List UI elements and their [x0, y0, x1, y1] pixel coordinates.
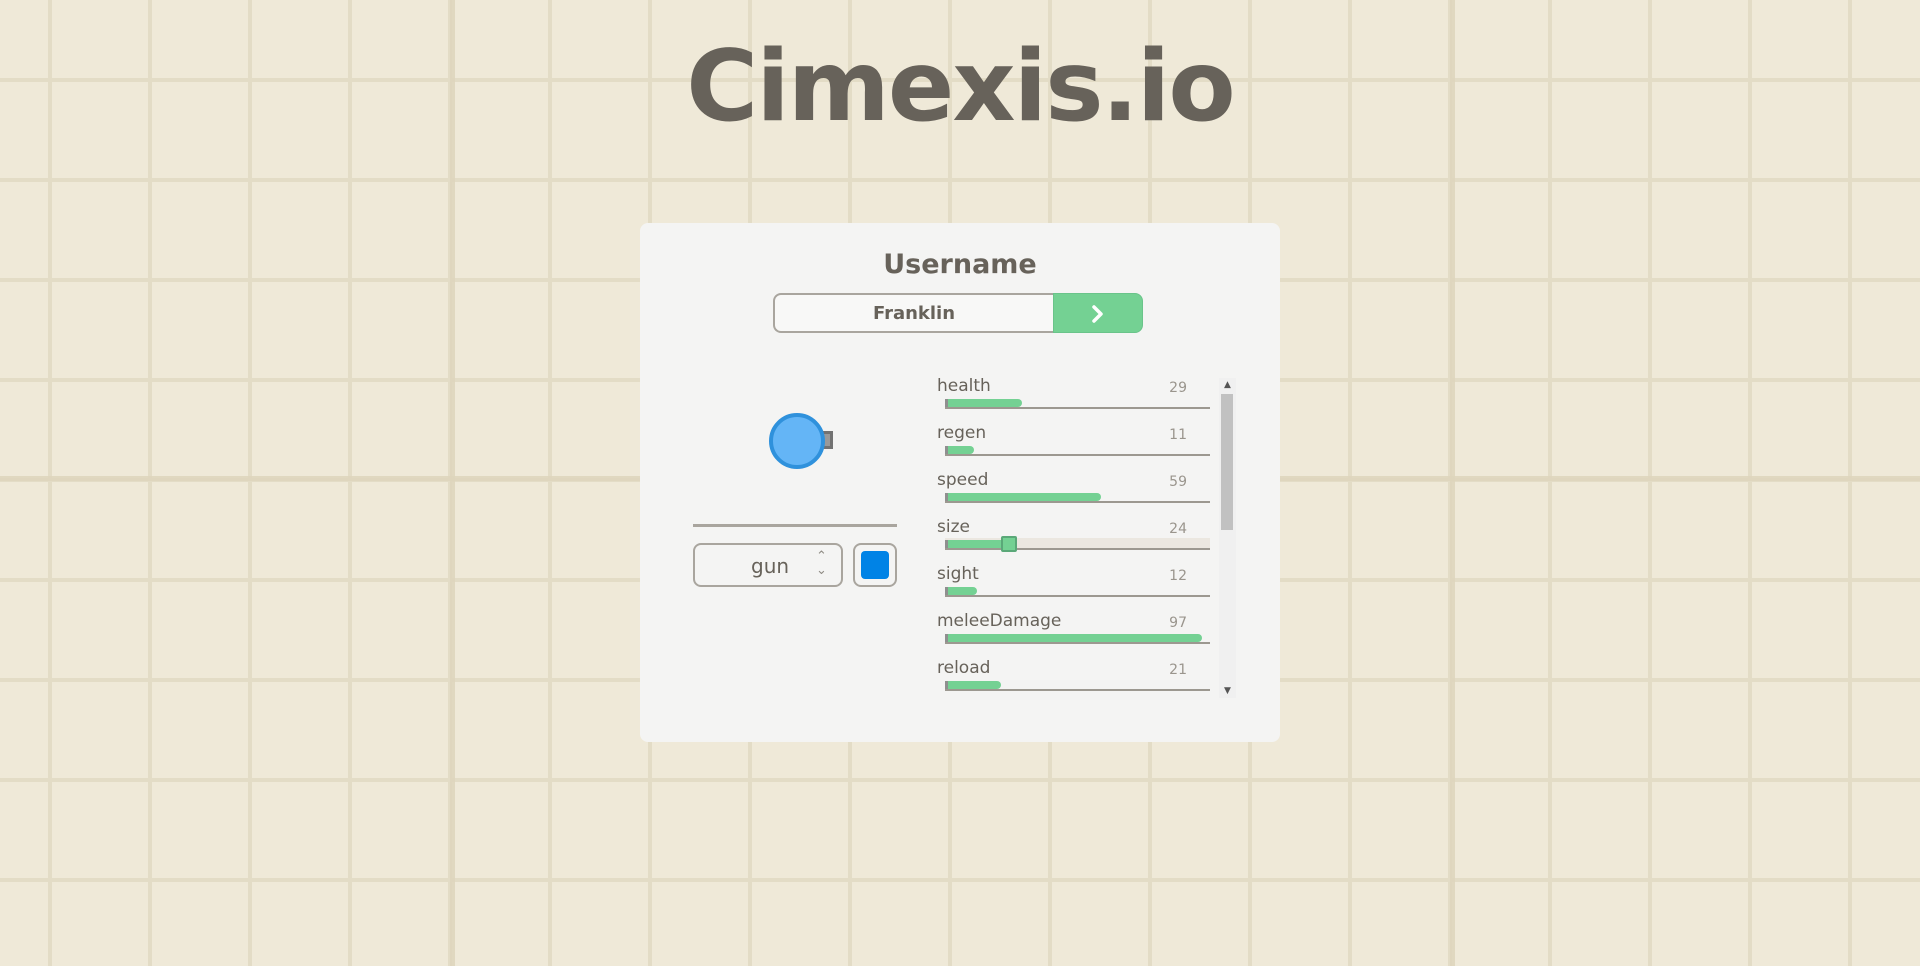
stat-value: 24: [1169, 521, 1187, 537]
slider-track: [945, 548, 1210, 550]
play-button[interactable]: [1053, 293, 1143, 333]
stat-name: size: [937, 517, 970, 537]
stat-name: regen: [937, 423, 987, 443]
scroll-down-arrow-icon[interactable]: ▼: [1219, 684, 1236, 698]
stat-slider-health[interactable]: [945, 397, 1210, 409]
tank-body: [769, 413, 825, 469]
scroll-up-arrow-icon[interactable]: ▲: [1219, 378, 1236, 392]
stat-name: speed: [937, 470, 989, 490]
slider-track: [945, 407, 1210, 409]
stat-name: reload: [937, 658, 991, 678]
slider-fill: [945, 681, 1001, 689]
stat-row-regen: regen 11: [937, 423, 1215, 470]
stat-name: health: [937, 376, 991, 396]
slider-fill: [945, 587, 977, 595]
slider-track: [945, 595, 1210, 597]
slider-fill: [945, 399, 1022, 407]
stat-row-meleeDamage: meleeDamage 97: [937, 611, 1215, 658]
slider-track: [945, 501, 1210, 503]
stats-list: health 29 regen 11 speed 59 size 24 sigh…: [937, 376, 1215, 696]
stats-scrollbar[interactable]: ▲ ▼: [1219, 378, 1236, 698]
tank-preview: [695, 373, 900, 523]
slider-track: [945, 642, 1210, 644]
stat-row-sight: sight 12: [937, 564, 1215, 611]
weapon-select[interactable]: gun ⌃ ⌄: [693, 543, 843, 587]
stat-slider-meleeDamage[interactable]: [945, 632, 1210, 644]
slider-thumb[interactable]: [1001, 536, 1017, 552]
stat-value: 12: [1169, 568, 1187, 584]
stat-name: meleeDamage: [937, 611, 1062, 631]
username-label: Username: [883, 249, 1037, 280]
chevron-right-icon: [1092, 305, 1103, 323]
stat-slider-regen[interactable]: [945, 444, 1210, 456]
chevron-down-icon[interactable]: ⌄: [816, 564, 827, 577]
stat-row-speed: speed 59: [937, 470, 1215, 517]
username-input[interactable]: [773, 293, 1053, 333]
stat-value: 29: [1169, 380, 1187, 396]
stat-slider-sight[interactable]: [945, 585, 1210, 597]
stat-slider-reload[interactable]: [945, 679, 1210, 691]
stat-slider-speed[interactable]: [945, 491, 1210, 503]
stat-value: 21: [1169, 662, 1187, 678]
weapon-value: gun: [751, 554, 790, 578]
main-menu-panel: Username gun ⌃ ⌄ health 29 regen 11: [640, 223, 1280, 742]
slider-track: [945, 454, 1210, 456]
stat-row-reload: reload 21: [937, 658, 1215, 696]
stat-name: sight: [937, 564, 979, 584]
scrollbar-thumb[interactable]: [1221, 394, 1233, 530]
divider: [693, 524, 897, 527]
stat-slider-size[interactable]: [945, 536, 1210, 552]
slider-track: [945, 689, 1210, 691]
slider-fill: [945, 446, 974, 454]
color-picker-button[interactable]: [853, 543, 897, 587]
game-logo: Cimexis.io: [686, 30, 1235, 144]
slider-fill: [945, 493, 1101, 501]
slider-fill: [945, 540, 1009, 548]
stat-value: 97: [1169, 615, 1187, 631]
stat-row-health: health 29: [937, 376, 1215, 423]
stat-row-size: size 24: [937, 517, 1215, 564]
slider-fill: [945, 634, 1202, 642]
color-swatch: [861, 551, 889, 579]
stat-value: 11: [1169, 427, 1187, 443]
stat-value: 59: [1169, 474, 1187, 490]
chevron-up-icon[interactable]: ⌃: [816, 550, 827, 563]
